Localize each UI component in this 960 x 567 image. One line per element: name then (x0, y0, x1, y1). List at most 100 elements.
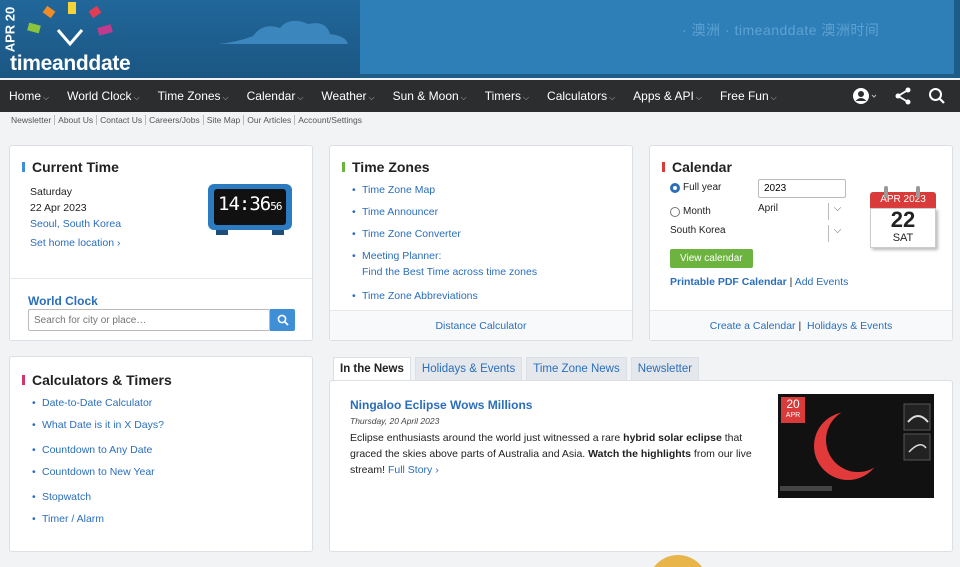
link-label: Date-to-Date Calculator (42, 397, 153, 409)
radio-label: Full year (683, 182, 722, 193)
link-timer-alarm[interactable]: Timer / Alarm (30, 513, 300, 525)
ring-icon (884, 186, 888, 198)
news-date: Thursday, 20 April 2023 (350, 416, 440, 426)
cloud-icon (218, 20, 348, 44)
news-tabs: In the News Holidays & Events Time Zone … (333, 357, 700, 380)
set-home-link[interactable]: Set home location › (30, 237, 120, 249)
link-countdown-any-date[interactable]: Countdown to Any Date (30, 444, 300, 456)
calendar-title: Calendar (672, 159, 732, 175)
news-body-bold: hybrid solar eclipse (623, 432, 722, 444)
nav-label: Free Fun (719, 89, 769, 103)
subnav-newsletter[interactable]: Newsletter (8, 115, 56, 125)
nav-home[interactable]: Home ⌵ (0, 89, 58, 103)
clock-seconds: 56 (270, 200, 282, 213)
tab-time-zone-news[interactable]: Time Zone News (526, 357, 627, 380)
nav-label: Home (9, 89, 42, 103)
radio-unchecked-icon (670, 206, 680, 217)
link-time-zone-map[interactable]: Time Zone Map (350, 184, 620, 196)
month-value: April (758, 203, 779, 214)
news-body-text: Eclipse enthusiasts around the world jus… (350, 432, 624, 444)
chevron-down-icon: ⌵ (828, 203, 846, 220)
year-input[interactable] (758, 179, 846, 198)
add-events-link[interactable]: Add Events (795, 276, 849, 288)
printable-pdf-link[interactable]: Printable PDF Calendar (670, 276, 787, 288)
full-story-link[interactable]: Full Story (388, 464, 432, 476)
current-location-link[interactable]: Seoul, South Korea (30, 218, 121, 230)
news-body-bold: Watch the highlights (588, 448, 692, 460)
thumb-day: 20 (786, 397, 800, 411)
link-meeting-planner[interactable]: Meeting Planner: Find the Best Time acros… (350, 248, 620, 280)
subnav-about[interactable]: About Us (55, 115, 98, 125)
nav-sun-moon[interactable]: Sun & Moon ⌵ (384, 89, 476, 103)
share-icon[interactable] (894, 86, 912, 106)
link-label-sub: Find the Best Time across time zones (362, 266, 538, 278)
nav-apps-api[interactable]: Apps & API ⌵ (624, 89, 711, 103)
subnav-contact[interactable]: Contact Us (97, 115, 147, 125)
radio-full-year[interactable]: Full year (670, 182, 721, 193)
holidays-events-link[interactable]: Holidays & Events (807, 320, 892, 332)
link-time-zone-converter[interactable]: Time Zone Converter (350, 228, 620, 240)
create-calendar-link[interactable]: Create a Calendar (710, 320, 796, 332)
subnav-sitemap[interactable]: Site Map (204, 115, 245, 125)
logo-text[interactable]: timeanddate (10, 52, 131, 76)
nav-calculators[interactable]: Calculators ⌵ (538, 89, 624, 103)
subnav-articles[interactable]: Our Articles (244, 115, 296, 125)
distance-calculator-link[interactable]: Distance Calculator (435, 320, 526, 332)
nav-free-fun[interactable]: Free Fun ⌵ (711, 89, 786, 103)
month-select[interactable]: April ⌵ (758, 203, 846, 220)
nav-world-clock[interactable]: World Clock ⌵ (58, 89, 149, 103)
accent-bar (662, 162, 665, 172)
nav-label: Time Zones (157, 89, 221, 103)
separator: | (789, 276, 793, 288)
calendar-footer: Create a Calendar | Holidays & Events (650, 310, 952, 340)
city-search-button[interactable] (270, 309, 295, 331)
account-icon[interactable] (852, 86, 878, 106)
ring-icon (916, 186, 920, 198)
sub-nav: Newsletter About Us Contact Us Careers/J… (8, 115, 365, 125)
city-search-input[interactable] (28, 309, 270, 331)
nav-label: Calculators (547, 89, 608, 103)
header-banner[interactable]: · 澳洲 · timeanddate 澳洲时间 (360, 0, 954, 74)
nav-calendar[interactable]: Calendar ⌵ (238, 89, 313, 103)
radio-month[interactable]: Month (670, 206, 711, 217)
chevron-right-icon: › (116, 237, 121, 249)
subnav-account[interactable]: Account/Settings (295, 115, 365, 125)
country-value: South Korea (670, 225, 726, 236)
accent-bar (22, 375, 25, 385)
icon-day: 22 (890, 207, 916, 232)
calculators-title: Calculators & Timers (32, 372, 172, 388)
news-headline[interactable]: Ningaloo Eclipse Wows Millions (350, 398, 532, 412)
tab-newsletter[interactable]: Newsletter (630, 357, 700, 380)
chevron-down-icon: ⌵ (695, 93, 702, 102)
icon-weekday: SAT (892, 232, 914, 244)
thumb-month: APR (785, 412, 801, 419)
link-label: Time Zone Map (362, 184, 436, 196)
clock-hours-minutes: 14:36 (218, 193, 271, 215)
icon-year: 2023 (903, 194, 926, 205)
nav-weather[interactable]: Weather ⌵ (312, 89, 383, 103)
nav-timers[interactable]: Timers ⌵ (476, 89, 538, 103)
news-card: Ningaloo Eclipse Wows Millions Thursday,… (329, 380, 953, 552)
logo-icon[interactable] (24, 0, 124, 50)
view-calendar-button[interactable]: View calendar (670, 249, 753, 268)
news-thumbnail[interactable]: 20 APR (778, 394, 934, 498)
accent-bar (342, 162, 345, 172)
current-weekday: Saturday (30, 186, 73, 198)
nav-time-zones[interactable]: Time Zones ⌵ (149, 89, 238, 103)
nav-label: Sun & Moon (392, 89, 459, 103)
world-clock-link[interactable]: World Clock (28, 294, 98, 308)
tab-holidays-events[interactable]: Holidays & Events (414, 357, 523, 380)
link-date-in-x-days[interactable]: What Date is it in X Days? (30, 419, 300, 431)
search-icon[interactable] (928, 86, 946, 106)
link-time-zone-abbreviations[interactable]: Time Zone Abbreviations (350, 290, 620, 302)
tab-in-the-news[interactable]: In the News (333, 357, 411, 380)
link-time-announcer[interactable]: Time Announcer (350, 206, 620, 218)
link-stopwatch[interactable]: Stopwatch (30, 491, 300, 503)
link-countdown-new-year[interactable]: Countdown to New Year (30, 466, 300, 478)
chevron-down-icon: ⌵ (828, 225, 846, 242)
link-date-to-date[interactable]: Date-to-Date Calculator (30, 397, 300, 409)
country-select[interactable]: South Korea ⌵ (670, 225, 846, 242)
link-label: Time Zone Converter (362, 228, 461, 240)
subnav-careers[interactable]: Careers/Jobs (146, 115, 204, 125)
set-home-label: Set home location (30, 237, 115, 249)
